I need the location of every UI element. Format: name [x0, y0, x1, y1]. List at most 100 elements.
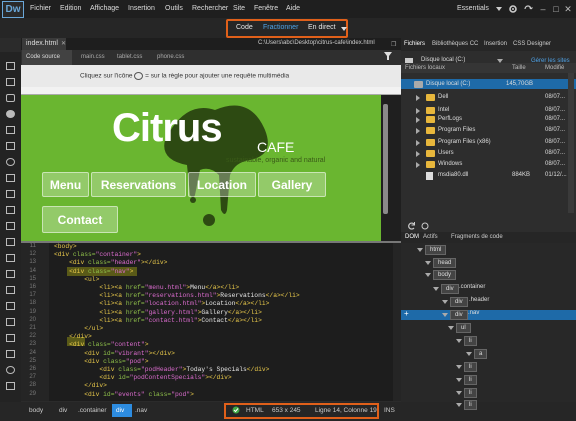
- dom-node[interactable]: div: [450, 310, 468, 320]
- breadcrumb-div[interactable]: div: [59, 407, 67, 414]
- tree-toggle-icon[interactable]: [466, 352, 472, 356]
- table-icon[interactable]: [6, 142, 15, 150]
- tree-toggle-icon[interactable]: [456, 339, 462, 343]
- nav-location-button[interactable]: Location: [188, 172, 256, 197]
- wrap-icon[interactable]: [6, 222, 15, 230]
- view-live-button[interactable]: En direct: [308, 24, 336, 31]
- breadcrumb-nav[interactable]: .nav: [135, 407, 147, 414]
- dom-node[interactable]: body: [433, 270, 457, 280]
- dom-node[interactable]: a: [474, 349, 488, 359]
- code-line[interactable]: <div id="events" class="pod">: [54, 391, 194, 400]
- tree-toggle-icon[interactable]: [442, 300, 448, 304]
- menu-outils[interactable]: Outils: [165, 5, 183, 12]
- list-icon[interactable]: [6, 174, 15, 182]
- balance-icon[interactable]: [6, 302, 15, 310]
- restore-icon[interactable]: ❐: [391, 41, 396, 48]
- insert-mode[interactable]: INS: [384, 407, 395, 414]
- col-size[interactable]: Taille: [512, 65, 526, 71]
- line-numbers-icon[interactable]: [6, 350, 15, 358]
- workspace-switcher[interactable]: Essentials: [457, 5, 489, 12]
- tree-toggle-icon[interactable]: [442, 313, 448, 317]
- col-modified[interactable]: Modifié: [545, 65, 564, 71]
- dom-node-class[interactable]: .nav: [468, 310, 479, 316]
- scroll-thumb[interactable]: [383, 104, 388, 214]
- tree-toggle-icon[interactable]: [417, 248, 423, 252]
- dom-node[interactable]: li: [464, 375, 477, 385]
- format-icon[interactable]: [6, 126, 15, 134]
- dom-node[interactable]: li: [464, 388, 477, 398]
- expand-arrow-icon[interactable]: [416, 151, 420, 157]
- tab-fichiers[interactable]: Fichiers: [404, 41, 425, 47]
- menu-affichage[interactable]: Affichage: [90, 5, 119, 12]
- breadcrumb-body[interactable]: body: [29, 407, 43, 414]
- tree-toggle-icon[interactable]: [425, 261, 431, 265]
- tab-actifs[interactable]: Actifs: [423, 234, 438, 240]
- files-scrollbar[interactable]: [568, 73, 574, 213]
- nav-reservations-button[interactable]: Reservations: [91, 172, 186, 197]
- tab-tablet-css[interactable]: tablet.css: [117, 54, 142, 60]
- site-options-icon[interactable]: [421, 222, 429, 230]
- menu-aide[interactable]: Aide: [286, 5, 300, 12]
- dom-node[interactable]: li: [464, 336, 477, 346]
- doc-language[interactable]: HTML: [246, 407, 264, 414]
- gear-icon[interactable]: [508, 4, 518, 14]
- dom-node[interactable]: ul: [456, 323, 471, 333]
- file-icon[interactable]: [6, 62, 15, 70]
- comment-icon[interactable]: [6, 238, 15, 246]
- menu-fenetre[interactable]: Fenêtre: [254, 5, 278, 12]
- menu-rechercher[interactable]: Rechercher: [192, 5, 228, 12]
- ruler[interactable]: [21, 87, 401, 95]
- window-size[interactable]: 653 x 245: [272, 407, 301, 414]
- close-icon[interactable]: ✕: [562, 3, 574, 15]
- expand-arrow-icon[interactable]: [416, 140, 420, 146]
- breadcrumb-container[interactable]: .container: [78, 407, 107, 414]
- dom-node[interactable]: head: [433, 258, 457, 268]
- refresh-icon[interactable]: [408, 222, 416, 230]
- expand-arrow-icon[interactable]: [416, 117, 420, 123]
- tab-main-css[interactable]: main.css: [81, 54, 105, 60]
- chevron-down-icon[interactable]: [341, 27, 347, 31]
- view-code-button[interactable]: Code: [236, 24, 253, 31]
- tree-toggle-icon[interactable]: [448, 326, 454, 330]
- select-icon[interactable]: [6, 286, 15, 294]
- tab-insertion[interactable]: Insertion: [484, 41, 507, 47]
- tab-dom[interactable]: DOM: [405, 234, 419, 240]
- nav-menu-button[interactable]: Menu: [42, 172, 89, 197]
- tree-toggle-icon[interactable]: [433, 287, 439, 291]
- nav-gallery-button[interactable]: Gallery: [258, 172, 326, 197]
- dom-node[interactable]: div: [441, 284, 459, 294]
- tree-toggle-icon[interactable]: [456, 365, 462, 369]
- folder-icon[interactable]: [6, 78, 15, 86]
- dom-node[interactable]: li: [464, 400, 477, 410]
- expand-icon[interactable]: [6, 334, 15, 342]
- code-scrollbar[interactable]: [393, 243, 401, 401]
- tree-toggle-icon[interactable]: [456, 378, 462, 382]
- expand-arrow-icon[interactable]: [416, 128, 420, 134]
- tab-bibliotheques-cc[interactable]: Bibliothèques CC: [432, 41, 478, 47]
- dom-node[interactable]: li: [464, 362, 477, 372]
- maximize-icon[interactable]: □: [550, 3, 562, 15]
- tag-icon[interactable]: [6, 270, 15, 278]
- tree-toggle-icon[interactable]: [425, 273, 431, 277]
- star-icon[interactable]: [6, 366, 15, 374]
- tab-index-html[interactable]: index.html: [22, 38, 66, 50]
- collapse-icon[interactable]: [6, 318, 15, 326]
- expand-arrow-icon[interactable]: [416, 95, 420, 101]
- tree-toggle-icon[interactable]: [456, 391, 462, 395]
- target-icon[interactable]: [6, 158, 15, 166]
- tab-css-designer[interactable]: CSS Designer: [513, 41, 551, 47]
- code-icon[interactable]: [6, 94, 15, 102]
- breadcrumb-div-selected[interactable]: div: [116, 407, 124, 414]
- expand-arrow-icon[interactable]: [416, 162, 420, 168]
- menu-insertion[interactable]: Insertion: [128, 5, 155, 12]
- dom-node-class[interactable]: .header: [469, 297, 489, 303]
- globe-icon[interactable]: [6, 110, 15, 118]
- dom-node[interactable]: html: [425, 245, 447, 255]
- tab-source-code[interactable]: Code source: [22, 50, 72, 65]
- add-element-icon[interactable]: +: [404, 309, 409, 318]
- dom-node-class[interactable]: .container: [459, 284, 485, 290]
- add-media-query-icon[interactable]: [134, 72, 144, 80]
- chevron-down-icon[interactable]: [496, 7, 502, 11]
- col-local-files[interactable]: Fichiers locaux: [405, 65, 445, 71]
- indent-icon[interactable]: [6, 190, 15, 198]
